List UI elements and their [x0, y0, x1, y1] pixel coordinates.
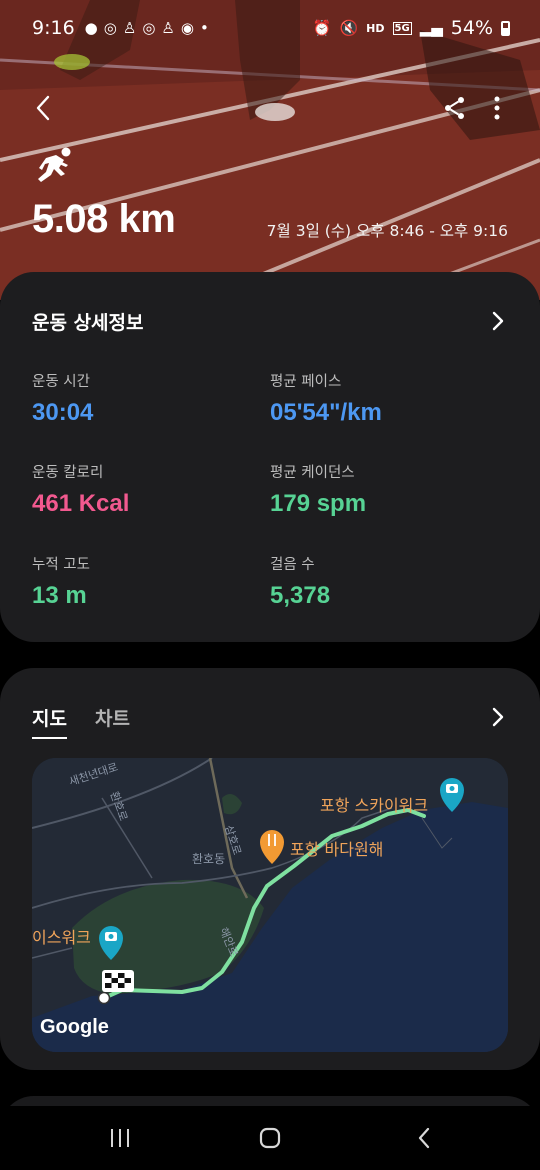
share-button[interactable] [438, 88, 472, 128]
share-icon [445, 97, 464, 119]
more-options-button[interactable] [482, 88, 512, 128]
workout-distance: 5.08 km [32, 197, 176, 241]
map-poi-restaurant[interactable]: 포항 바다원해 [290, 836, 383, 860]
running-icon [38, 147, 71, 182]
instagram-icon: ◎ [103, 19, 117, 37]
workout-details-card: 운동 상세정보 운동 시간 30:04 평균 페이스 05'54"/km 운동 … [0, 272, 540, 642]
status-time: 9:16 [32, 17, 75, 39]
stat-label: 걸음 수 [270, 557, 315, 573]
system-navigation-bar [0, 1106, 540, 1170]
recent-apps-button[interactable] [100, 1120, 140, 1156]
tab-chart[interactable]: 차트 [95, 704, 130, 731]
map-district-label: 환호동 [192, 852, 226, 866]
recent-apps-icon [111, 1129, 129, 1147]
stat-label: 평균 페이스 [270, 374, 342, 390]
workout-datetime: 7월 3일 (수) 오후 8:46 - 오후 9:16 [266, 222, 508, 240]
volte-icon: HD [366, 21, 385, 35]
stat-value: 179 spm [270, 490, 367, 517]
battery-icon [501, 20, 510, 36]
stat-label: 누적 고도 [32, 557, 90, 573]
stat-value: 13 m [32, 582, 87, 609]
mute-icon: 🔇 [339, 19, 359, 37]
back-nav-button[interactable] [404, 1120, 444, 1156]
stat-duration: 운동 시간 30:04 [32, 370, 93, 427]
app-icon: ♙ [122, 19, 137, 37]
map-open-button[interactable] [488, 704, 508, 730]
back-icon [418, 1127, 430, 1149]
chevron-left-icon [36, 95, 50, 121]
stat-elevation-gain: 누적 고도 13 m [32, 553, 90, 610]
map-canvas [32, 758, 508, 1052]
dot-icon: • [199, 19, 209, 37]
stat-avg-pace: 평균 페이스 05'54"/km [270, 370, 382, 427]
hero-header: 9:16 ● ◎ ♙ ◎ ♙ ◉ • ⏰ 🔇 HD 5G ▂▄ 54% 5.08… [0, 0, 540, 300]
stat-calories: 운동 칼로리 461 Kcal [32, 461, 129, 518]
stat-label: 운동 칼로리 [32, 465, 104, 481]
details-title: 운동 상세정보 [32, 312, 144, 334]
chevron-right-icon [492, 311, 504, 331]
stat-value: 5,378 [270, 582, 331, 609]
stat-label: 운동 시간 [32, 374, 90, 390]
back-button[interactable] [26, 88, 60, 128]
map-poi-skywalk-partial[interactable]: 이스워크 [32, 924, 91, 948]
screen: 9:16 ● ◎ ♙ ◎ ♙ ◉ • ⏰ 🔇 HD 5G ▂▄ 54% 5.08… [0, 0, 540, 1170]
talk-icon: ● [84, 19, 98, 37]
stat-avg-cadence: 평균 케이던스 179 spm [270, 461, 366, 518]
home-icon [259, 1127, 281, 1149]
status-bar: 9:16 ● ◎ ♙ ◎ ♙ ◉ • ⏰ 🔇 HD 5G ▂▄ 54% [0, 0, 540, 56]
app-icon: ♙ [161, 19, 175, 37]
stat-value: 05'54"/km [270, 399, 382, 426]
more-vertical-icon [494, 96, 500, 120]
map-card: 지도 차트 포항 스카이워크 이스워크 포항 바다원해 환호동 새천년대로 환호… [0, 668, 540, 1070]
details-open-button[interactable] [488, 308, 508, 334]
battery-percent: 54% [450, 17, 493, 39]
stat-label: 평균 케이던스 [270, 465, 355, 481]
stat-steps: 걸음 수 5,378 [270, 553, 330, 610]
home-button[interactable] [250, 1120, 290, 1156]
instagram-icon: ◎ [142, 19, 156, 37]
network-icon: 5G [392, 21, 412, 35]
stat-value: 30:04 [32, 399, 94, 426]
google-attribution: Google [40, 1016, 109, 1038]
alarm-icon: ⏰ [312, 19, 332, 37]
signal-icon: ▂▄ [419, 19, 443, 37]
stat-value: 461 Kcal [32, 490, 130, 517]
tab-map[interactable]: 지도 [32, 704, 67, 739]
chevron-right-icon [492, 707, 504, 727]
route-map[interactable]: 포항 스카이워크 이스워크 포항 바다원해 환호동 새천년대로 환호로 삼호로 … [32, 758, 508, 1052]
circle-app-icon: ◉ [180, 19, 194, 37]
map-poi-skywalk[interactable]: 포항 스카이워크 [320, 792, 428, 816]
